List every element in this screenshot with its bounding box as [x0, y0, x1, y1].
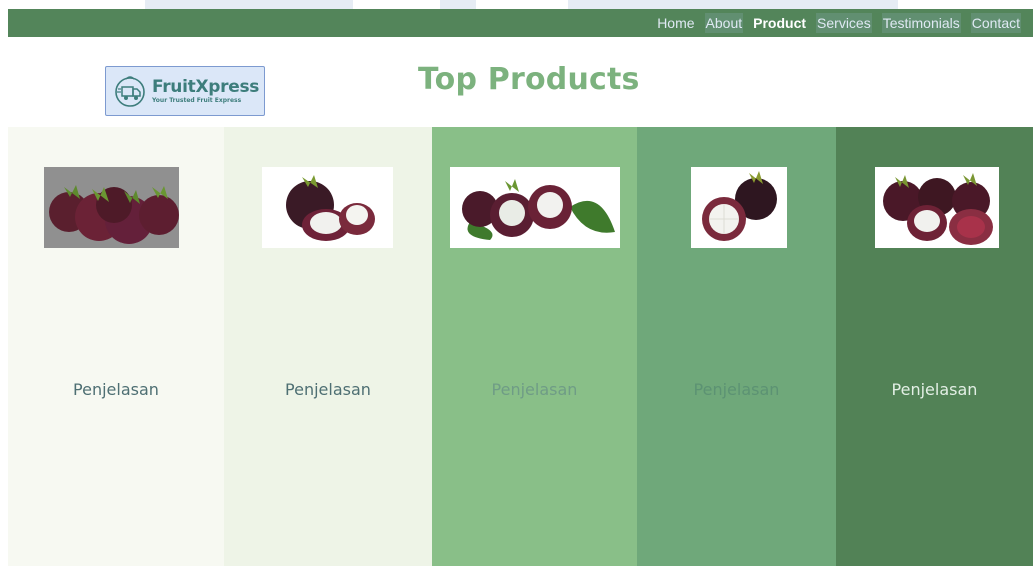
product-description: Penjelasan [491, 380, 578, 399]
product-card[interactable]: Penjelasan [637, 127, 836, 569]
nav-item-testimonials[interactable]: Testimonials [881, 13, 961, 33]
logo-name: FruitXpress [152, 77, 260, 97]
product-description: Penjelasan [693, 380, 780, 399]
nav-item-services[interactable]: Services [816, 13, 872, 33]
product-image [875, 167, 999, 248]
product-card[interactable]: Penjelasan [432, 127, 637, 569]
nav-item-contact[interactable]: Contact [970, 13, 1021, 33]
product-card[interactable]: Penjelasan [836, 127, 1033, 569]
logo-tagline: Your Trusted Fruit Express [152, 97, 242, 104]
navbar: Home About Product Services Testimonials… [8, 9, 1033, 37]
product-description: Penjelasan [73, 380, 159, 399]
nav-item-home[interactable]: Home [657, 15, 694, 31]
product-description: Penjelasan [285, 380, 371, 399]
product-image [691, 167, 787, 248]
top-strip-segment [440, 0, 476, 9]
product-image [262, 167, 393, 248]
page-title: Top Products [418, 62, 640, 97]
nav-item-about[interactable]: About [704, 13, 744, 33]
delivery-truck-icon [112, 73, 148, 109]
nav-item-product[interactable]: Product [753, 15, 806, 31]
product-description: Penjelasan [891, 380, 978, 399]
product-image [450, 167, 620, 248]
nav-menu: Home About Product Services Testimonials… [657, 9, 1021, 37]
top-strip-segment [145, 0, 353, 9]
product-card[interactable]: Penjelasan [224, 127, 432, 569]
top-strip-segment [568, 0, 898, 9]
logo-text: FruitXpress Your Trusted Fruit Express [152, 78, 259, 104]
brand-logo[interactable]: FruitXpress Your Trusted Fruit Express [105, 66, 265, 116]
product-card[interactable]: Penjelasan [8, 127, 224, 569]
product-list: Penjelasan Penjelasan Penjelasan Penjela… [8, 127, 1033, 569]
top-strip [0, 0, 1033, 9]
product-image [44, 167, 179, 248]
